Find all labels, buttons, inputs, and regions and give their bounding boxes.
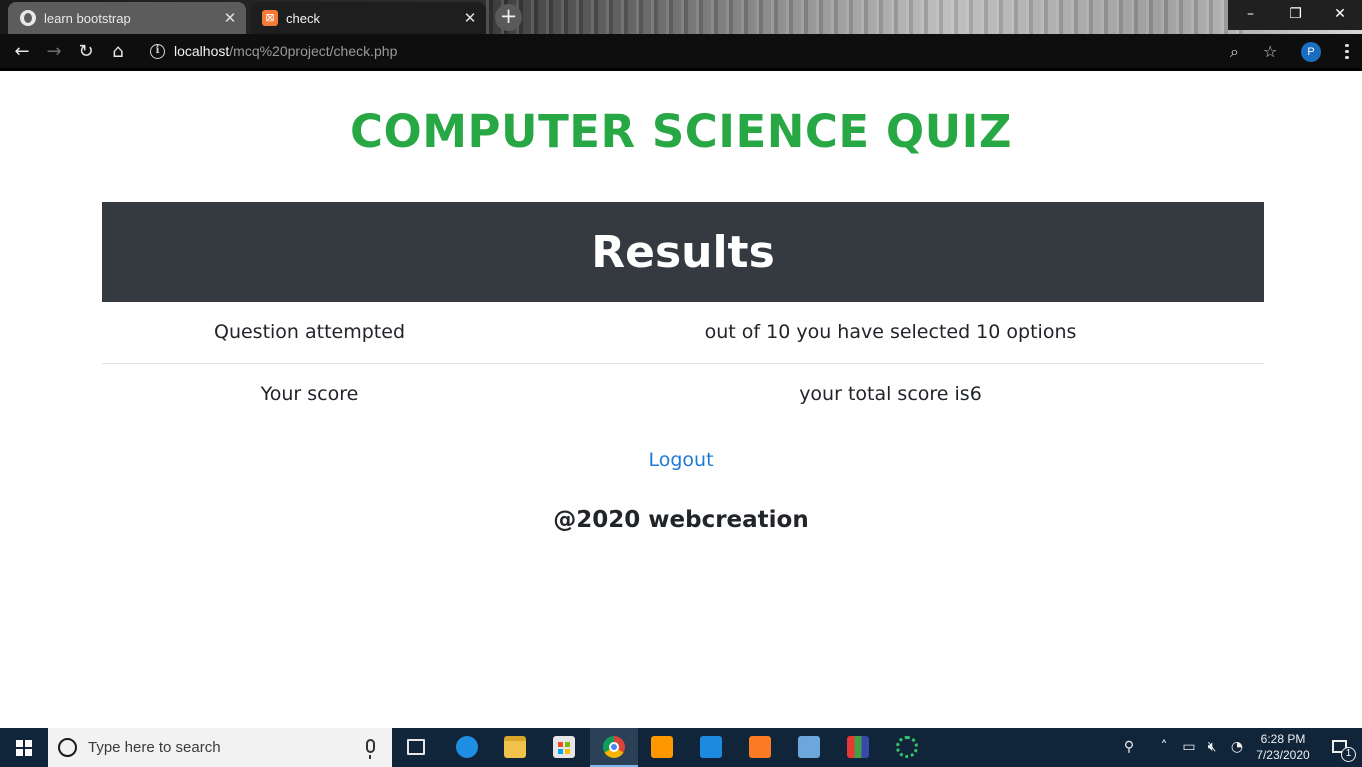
zoom-icon[interactable]: ⌕ [1230, 42, 1239, 62]
forward-arrow-icon[interactable]: → [42, 41, 66, 63]
home-icon[interactable]: ⌂ [106, 41, 130, 63]
cube-icon [798, 736, 820, 758]
new-tab-button[interactable]: + [495, 4, 522, 31]
xampp-icon [749, 736, 771, 758]
reload-icon[interactable]: ↻ [74, 41, 98, 63]
page-content: COMPUTER SCIENCE QUIZ Results Question a… [0, 71, 1362, 728]
wifi-icon[interactable]: ◔ [1226, 728, 1248, 767]
chrome-icon [603, 736, 625, 758]
page-title: COMPUTER SCIENCE QUIZ [349, 105, 1012, 158]
restore-button[interactable]: ❐ [1273, 0, 1318, 30]
microphone-icon[interactable] [366, 739, 375, 759]
tab-title: check [286, 10, 320, 26]
winrar-taskbar-button[interactable] [834, 728, 882, 767]
results-table: Results Question attempted out of 10 you… [102, 202, 1264, 424]
tab-strip: learn bootstrap ✕ ⊠ check ✕ + – ❐ ✕ [0, 0, 1362, 34]
battery-icon[interactable]: ▭ [1178, 728, 1200, 767]
results-heading: Results [102, 202, 1264, 302]
row-label-score: Your score [260, 382, 359, 405]
menu-icon[interactable] [1342, 41, 1352, 63]
tabstrip-theme-background [486, 0, 1246, 34]
table-row: Your score your total score is6 [102, 363, 1264, 424]
row-value-questions-attempted: out of 10 you have selected 10 options [517, 302, 1264, 364]
store-taskbar-button[interactable] [540, 728, 588, 767]
search-placeholder: Type here to search [88, 739, 221, 756]
task-view-button[interactable] [392, 728, 440, 767]
action-center-button[interactable]: 1 [1318, 728, 1362, 767]
people-icon[interactable]: ⚲ [1117, 728, 1141, 767]
winrar-icon [847, 736, 869, 758]
footer-text: @2020 webcreation [553, 507, 809, 533]
store-icon [553, 736, 575, 758]
back-arrow-icon[interactable]: ← [10, 41, 34, 63]
start-button[interactable] [0, 728, 48, 767]
loader-taskbar-button[interactable] [883, 728, 931, 767]
url-text[interactable]: localhost/mcq%20project/check.php [174, 43, 397, 59]
clock-time: 6:28 PM [1260, 732, 1306, 746]
close-window-button[interactable]: ✕ [1318, 0, 1362, 30]
profile-avatar[interactable]: P [1301, 42, 1321, 62]
info-icon[interactable]: i [150, 44, 165, 59]
edge-taskbar-button[interactable] [443, 728, 491, 767]
xampp-taskbar-button[interactable] [736, 728, 784, 767]
volume-muted-icon[interactable]: 🔇︎ [1201, 728, 1223, 767]
file-explorer-taskbar-button[interactable] [491, 728, 539, 767]
xampp-favicon-icon: ⊠ [262, 10, 278, 26]
notification-count: 1 [1341, 747, 1356, 762]
taskbar: Type here to search ⚲ ˄ ▭ 🔇︎ ◔ 6:28 PM 7… [0, 728, 1362, 767]
folder-icon [504, 736, 526, 758]
mail-icon [700, 736, 722, 758]
table-row: Question attempted out of 10 you have se… [102, 302, 1264, 364]
chrome-taskbar-button[interactable] [590, 728, 638, 767]
sublime-taskbar-button[interactable] [638, 728, 686, 767]
browser-toolbar: ← → ↻ ⌂ i localhost/mcq%20project/check.… [0, 34, 1362, 71]
edge-icon [456, 736, 478, 758]
tab-title: learn bootstrap [44, 10, 131, 26]
row-value-score: your total score is6 [799, 382, 982, 405]
windows-logo-icon [16, 740, 32, 756]
mail-taskbar-button[interactable] [687, 728, 735, 767]
loading-ring-icon [896, 736, 918, 758]
virtualbox-taskbar-button[interactable] [785, 728, 833, 767]
star-icon[interactable]: ☆ [1263, 42, 1277, 62]
logout-link[interactable]: Logout [648, 449, 713, 471]
task-view-icon [407, 739, 425, 755]
taskbar-search-box[interactable]: Type here to search [48, 728, 392, 767]
chevron-up-icon[interactable]: ˄ [1154, 728, 1174, 767]
close-tab-icon[interactable]: ✕ [460, 9, 480, 27]
close-tab-icon[interactable]: ✕ [220, 9, 240, 27]
address-bar[interactable]: i localhost/mcq%20project/check.php [140, 38, 1290, 66]
sublime-text-icon [651, 736, 673, 758]
clock-date: 7/23/2020 [1256, 748, 1310, 762]
globe-icon [20, 10, 36, 26]
cortana-icon [58, 738, 77, 757]
minimize-button[interactable]: – [1228, 0, 1273, 30]
url-path: /mcq%20project/check.php [229, 43, 398, 59]
url-host: localhost [174, 43, 230, 59]
logout-container: Logout [0, 449, 1362, 471]
row-label-questions-attempted: Question attempted [102, 302, 517, 364]
tab-learn-bootstrap[interactable]: learn bootstrap ✕ [8, 2, 246, 34]
tab-check[interactable]: ⊠ check ✕ [250, 2, 486, 34]
taskbar-clock[interactable]: 6:28 PM 7/23/2020 [1250, 731, 1316, 763]
